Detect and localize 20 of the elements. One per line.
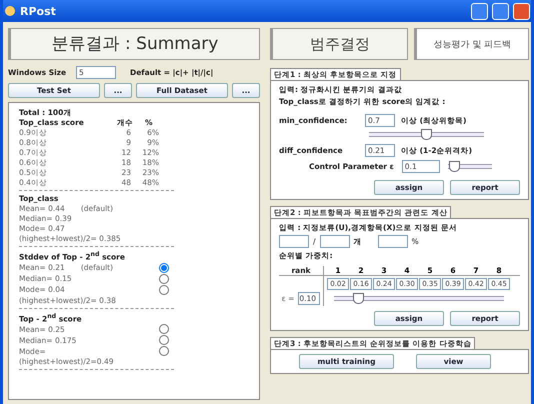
app-icon — [4, 5, 16, 17]
slider-thumb[interactable] — [449, 161, 460, 172]
count-field[interactable] — [279, 235, 309, 248]
maximize-button[interactable] — [492, 2, 509, 20]
radio-button[interactable] — [159, 262, 169, 272]
minimize-button[interactable] — [471, 2, 488, 20]
tab[interactable]: 성능평가 및 피드백 — [414, 28, 529, 60]
radio-button[interactable] — [159, 324, 169, 334]
window-title: RPost — [20, 6, 57, 16]
total-field[interactable] — [320, 235, 350, 248]
slider-thumb[interactable] — [421, 128, 432, 140]
close-button[interactable] — [513, 2, 530, 20]
slider-thumb[interactable] — [353, 292, 364, 304]
radio-button[interactable] — [159, 284, 169, 294]
tab[interactable]: 범주결정 — [270, 28, 408, 60]
radio-button[interactable] — [159, 274, 169, 284]
radio-button[interactable] — [159, 346, 169, 356]
radio-button[interactable] — [159, 335, 169, 345]
panel-header: 분류결과 : Summary — [8, 28, 260, 60]
percent-field[interactable] — [378, 235, 408, 248]
